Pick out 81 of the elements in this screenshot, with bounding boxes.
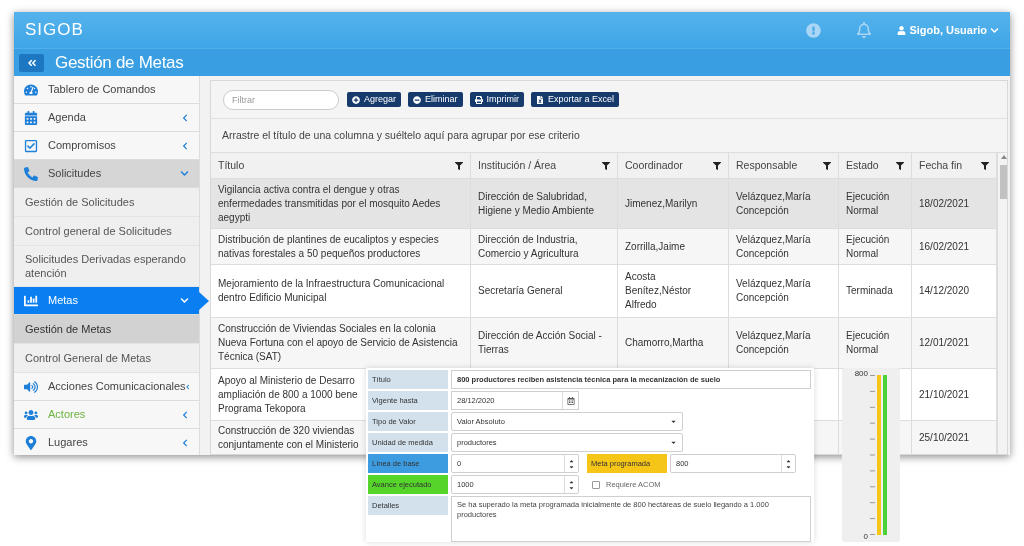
filter-icon[interactable] — [981, 161, 989, 170]
sidebar-item[interactable]: Solicitudes — [14, 160, 199, 188]
filter-icon[interactable] — [455, 161, 463, 170]
checkbox-icon — [24, 138, 38, 153]
sidebar-subitem[interactable]: Gestión de Metas — [14, 315, 199, 344]
speaker-icon — [24, 379, 38, 394]
map-pin-icon — [24, 435, 38, 450]
table-cell-text: Construcción de Viviendas Sociales en la colonia Nueva Fortuna con el apoyo de Servicio de Asistencia Técnica (SAT) — [218, 322, 459, 364]
brand-logo: SIGOB — [25, 19, 85, 42]
toolbar-button[interactable]: Exportar a Excel — [531, 92, 620, 107]
table-cell: 25/10/2021 — [919, 430, 970, 445]
column-header[interactable]: Coordinador — [618, 153, 729, 178]
sidebar-subitem[interactable]: Gestión de Solicitudes — [14, 188, 199, 217]
filter-icon[interactable] — [896, 161, 904, 170]
column-header[interactable]: Institución / Área — [471, 153, 618, 178]
table-cell-text: Acosta Benítez,Néstor Alfredo — [625, 270, 693, 312]
toolbar-button[interactable]: Agregar — [347, 92, 402, 107]
chevron-down-icon — [180, 169, 189, 178]
chevron-left-icon — [181, 438, 189, 447]
table-cell-text: Dirección de Acción Social - Tierras — [478, 329, 603, 357]
table-cell-text: Velázquez,María Concepción — [736, 232, 812, 261]
table-cell-text: Dirección de Industria, Comercio y Agricultura — [478, 232, 580, 261]
chevron-left-icon — [181, 141, 189, 150]
table-cell-text: Velázquez,María Concepción — [736, 189, 812, 218]
table-cell: Zorrilla,Jaime — [625, 239, 685, 254]
filter-icon[interactable] — [713, 161, 721, 170]
minus-icon — [413, 95, 422, 104]
caret-icon — [670, 439, 677, 446]
chevron-left-icon — [181, 410, 189, 419]
table-cell-text: Ejecución Normal — [846, 329, 891, 357]
sidebar-subitem[interactable]: Control general de Solicitudes — [14, 217, 199, 246]
people-icon — [24, 407, 38, 422]
table-cell-text: Velázquez,María Concepción — [736, 277, 812, 305]
user-icon — [897, 25, 907, 35]
table-cell: Terminada — [846, 284, 893, 298]
toolbar-button[interactable]: Eliminar — [408, 92, 463, 107]
table-cell: 21/10/2021 — [919, 387, 970, 402]
caret-icon — [670, 418, 677, 425]
printer-icon — [474, 95, 483, 104]
chevron-left-icon — [185, 382, 189, 391]
toolbar-button[interactable]: Imprimir — [469, 92, 525, 107]
table-cell: 14/12/2020 — [919, 284, 970, 298]
chevron-left-icon — [181, 113, 189, 122]
column-header[interactable]: Título — [211, 153, 471, 178]
phone-icon — [24, 166, 38, 181]
table-cell: Chamorro,Martha — [625, 336, 704, 350]
calendar-icon[interactable] — [566, 396, 575, 405]
chevron-down-icon — [180, 296, 189, 305]
table-cell-text: Velázquez,María Concepción — [736, 329, 812, 357]
table-cell: 18/02/2021 — [919, 196, 970, 211]
sidebar-subitem[interactable]: Control General de Metas — [14, 344, 199, 373]
double-chevron-left-icon — [26, 57, 37, 68]
table-cell: Apoyo al Ministerio de Desarro ampliación de 800 a 1000 bene Programa Tekopora — [218, 373, 358, 416]
table-cell: Construcción de 320 viviendas conjuntamente con el Ministerio — [218, 423, 359, 452]
collapse-button[interactable] — [19, 53, 44, 72]
table-cell-text: Vigilancia activa contra el dengue y otras enfermedades transmitidas por el mosquito Aedes aegypti — [218, 182, 442, 225]
table-cell-text: Dirección de Salubridad, Higiene y Medio Ambiente — [478, 189, 596, 218]
axis-label: 800 — [853, 369, 868, 379]
table-cell-text: Ejecución Normal — [846, 232, 891, 261]
axis-label: 0 — [862, 532, 868, 542]
table-cell: Secretaría General — [478, 284, 563, 298]
checkbox[interactable] — [592, 480, 600, 489]
table-cell: Jimenez,Marilyn — [625, 196, 698, 211]
bar-chart-icon — [24, 293, 38, 308]
table-cell-text: Ejecución Normal — [846, 189, 891, 218]
sidebar-subitem[interactable]: Solicitudes Derivadas esperando atención — [14, 246, 199, 287]
plus-icon — [352, 95, 360, 104]
filter-icon[interactable] — [602, 161, 610, 170]
dashboard-icon — [24, 82, 38, 97]
filter-icon[interactable] — [823, 161, 831, 170]
table-cell-text: Mejoramiento de la Infraestructura Comunicacional dentro Edificio Municipal — [218, 277, 446, 305]
column-header[interactable]: Responsable — [729, 153, 839, 178]
table-cell-text: Distribución de plantines de eucaliptos y especies nativas forestales a 50 pequeños productores — [218, 232, 440, 261]
table-cell: 16/02/2021 — [919, 239, 970, 254]
filter-field[interactable]: Filtrar — [223, 89, 339, 110]
column-header[interactable]: Estado — [839, 153, 912, 178]
page-title: Gestión de Metas — [55, 51, 184, 74]
spreadsheet-icon — [536, 95, 545, 104]
calendar-icon — [24, 110, 38, 125]
table-cell: 12/01/2021 — [919, 336, 970, 350]
chevron-down-icon — [990, 25, 999, 35]
